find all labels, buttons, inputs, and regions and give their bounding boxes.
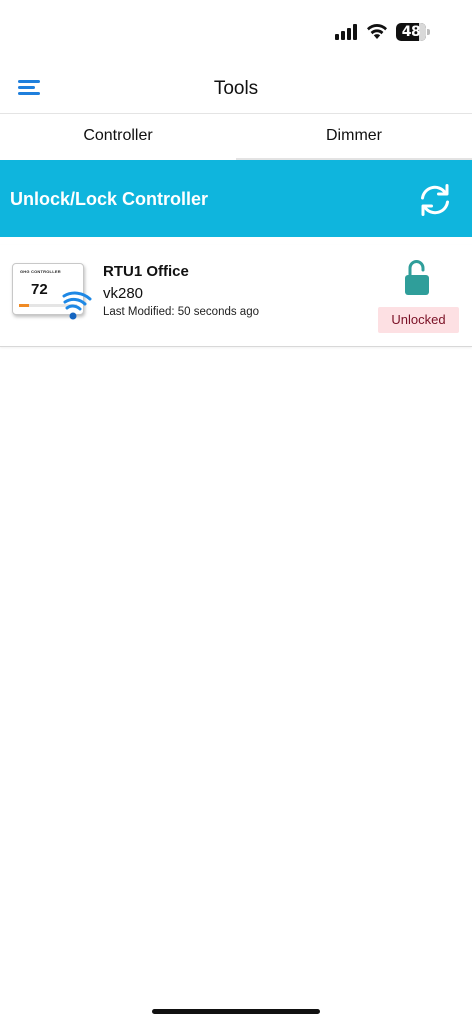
controller-model: vk280 bbox=[103, 285, 144, 302]
wifi-icon bbox=[367, 23, 387, 39]
controller-thumbnail: GHG CONTROLLER 72 bbox=[12, 263, 92, 321]
page-title: Tools bbox=[213, 78, 259, 99]
controller-list-item[interactable]: GHG CONTROLLER 72 RTU1 Office vk280 Last… bbox=[0, 245, 472, 347]
tab-dimmer[interactable]: Dimmer bbox=[236, 114, 472, 162]
battery-level: 48 bbox=[401, 24, 421, 40]
tab-bar: Controller Dimmer bbox=[0, 114, 472, 162]
unlocked-padlock-icon[interactable] bbox=[404, 260, 430, 296]
refresh-icon[interactable] bbox=[417, 182, 453, 218]
wifi-signal-icon bbox=[62, 291, 92, 320]
nav-bar: Tools bbox=[0, 62, 472, 114]
tab-controller-label: Controller bbox=[83, 127, 153, 144]
tab-controller[interactable]: Controller bbox=[0, 114, 236, 161]
status-badge: Unlocked bbox=[378, 307, 459, 333]
thumbnail-label: GHG CONTROLLER bbox=[20, 269, 61, 274]
battery-icon: 48 bbox=[396, 23, 430, 41]
tools-screen: 48 Tools Controller Dimmer Unlock/Lock C… bbox=[0, 0, 472, 1024]
banner-title: Unlock/Lock Controller bbox=[10, 189, 209, 209]
tab-dimmer-label: Dimmer bbox=[326, 127, 382, 144]
home-indicator[interactable] bbox=[152, 1009, 320, 1014]
status-bar: 48 bbox=[0, 0, 472, 62]
cellular-signal-icon bbox=[335, 24, 359, 40]
thumbnail-temperature: 72 bbox=[31, 281, 48, 298]
last-modified-text: Last Modified: 50 seconds ago bbox=[103, 306, 259, 318]
section-banner: Unlock/Lock Controller bbox=[0, 160, 472, 237]
controller-name: RTU1 Office bbox=[103, 263, 189, 280]
